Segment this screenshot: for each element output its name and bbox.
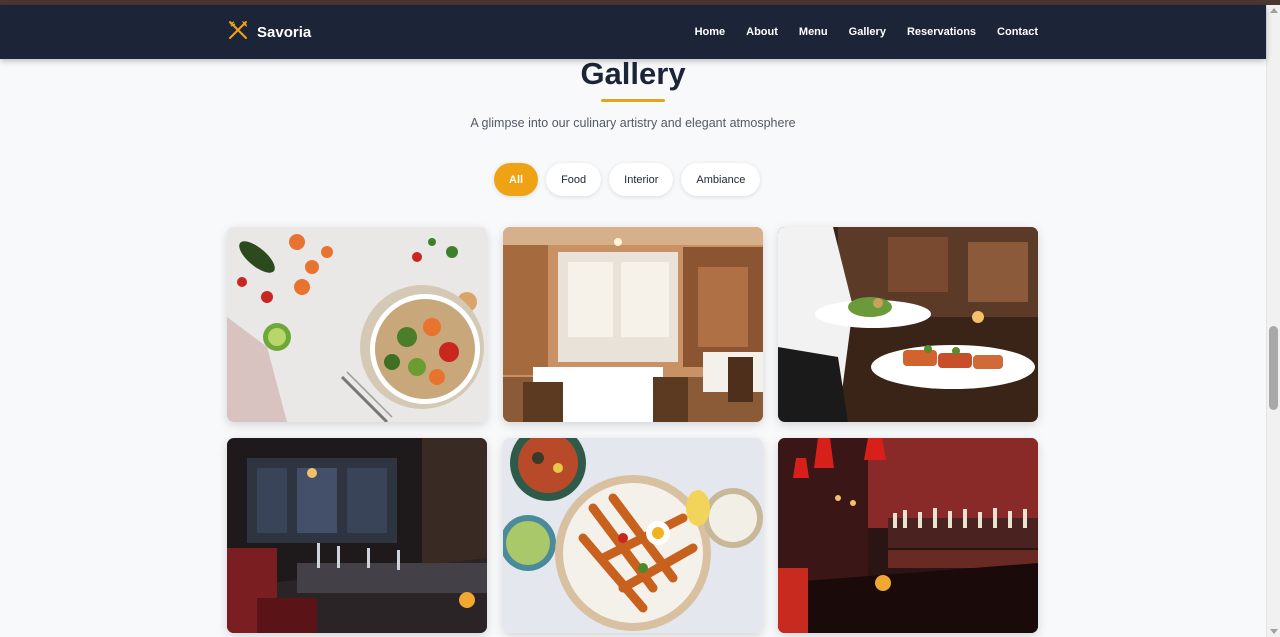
gallery-image-fries-platter[interactable] bbox=[503, 438, 763, 633]
gallery-image-food-bowl[interactable] bbox=[227, 227, 487, 422]
page-scrollbar[interactable] bbox=[1266, 5, 1280, 637]
navbar: Savoria Home About Menu Gallery Reservat… bbox=[0, 5, 1266, 59]
scroll-up-arrow-icon[interactable] bbox=[1270, 8, 1278, 13]
nav-link-gallery[interactable]: Gallery bbox=[849, 26, 886, 38]
gallery-image-evening-tables[interactable] bbox=[227, 438, 487, 633]
gallery-image-dining-room[interactable] bbox=[503, 227, 763, 422]
filter-ambiance-button[interactable]: Ambiance bbox=[681, 163, 761, 196]
nav-link-reservations[interactable]: Reservations bbox=[907, 26, 976, 38]
scrollbar-thumb[interactable] bbox=[1269, 326, 1278, 410]
utensils-icon bbox=[227, 19, 249, 46]
nav-link-about[interactable]: About bbox=[746, 26, 778, 38]
nav-link-menu[interactable]: Menu bbox=[799, 26, 828, 38]
gallery-image-waiter-serving[interactable] bbox=[778, 227, 1038, 422]
nav-link-contact[interactable]: Contact bbox=[997, 26, 1038, 38]
section-subtitle: A glimpse into our culinary artistry and… bbox=[470, 116, 796, 130]
filter-bar: All Food Interior Ambiance bbox=[494, 163, 761, 196]
section-title: Gallery bbox=[580, 56, 686, 91]
title-underline bbox=[601, 99, 665, 102]
scroll-down-arrow-icon[interactable] bbox=[1270, 629, 1278, 634]
filter-food-button[interactable]: Food bbox=[546, 163, 602, 196]
brand-name: Savoria bbox=[257, 23, 312, 41]
brand-logo[interactable]: Savoria bbox=[227, 5, 311, 59]
filter-interior-button[interactable]: Interior bbox=[609, 163, 674, 196]
gallery-image-bar[interactable] bbox=[778, 438, 1038, 633]
main-nav: Home About Menu Gallery Reservations Con… bbox=[695, 5, 1038, 59]
nav-link-home[interactable]: Home bbox=[695, 26, 726, 38]
filter-all-button[interactable]: All bbox=[494, 163, 539, 196]
